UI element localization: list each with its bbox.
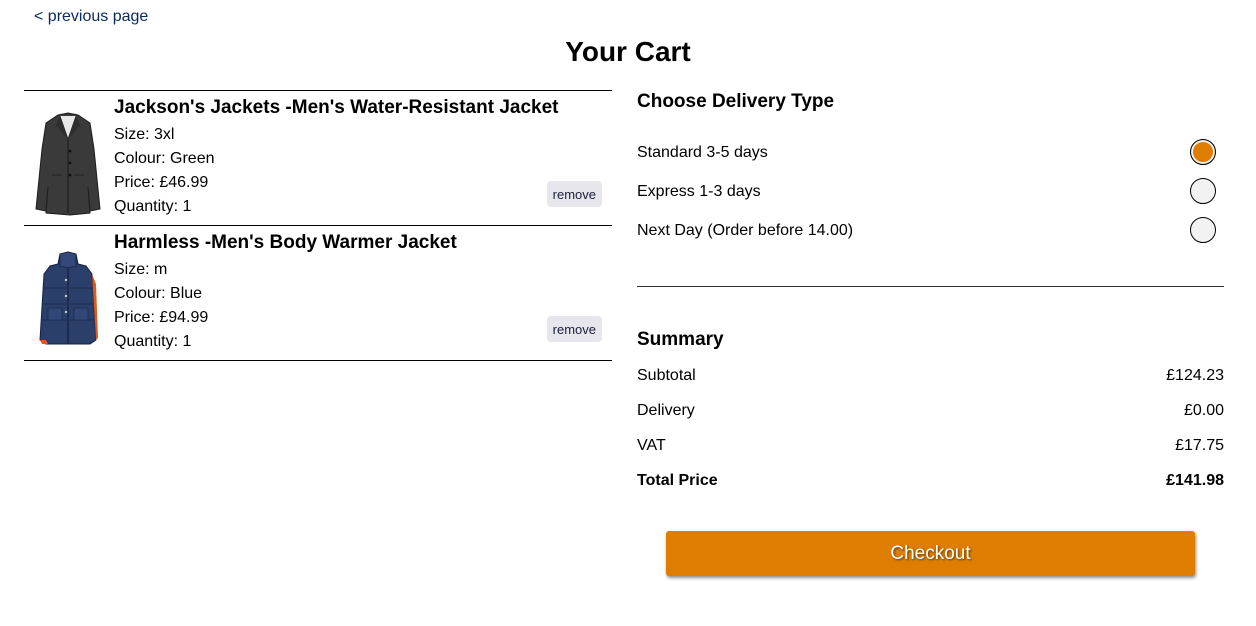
summary-section: Summary Subtotal £124.23 Delivery £0.00 … — [637, 328, 1224, 498]
cart-item: Jackson's Jackets -Men's Water-Resistant… — [24, 91, 612, 226]
item-details: Jackson's Jackets -Men's Water-Resistant… — [114, 97, 559, 219]
subtotal-value: £124.23 — [1166, 366, 1224, 384]
summary-row-delivery: Delivery £0.00 — [637, 393, 1224, 428]
item-size: Size: 3xl — [114, 126, 175, 143]
summary-rows: Subtotal £124.23 Delivery £0.00 VAT £17.… — [637, 358, 1224, 498]
vat-value: £17.75 — [1175, 436, 1224, 454]
item-name: Harmless -Men's Body Warmer Jacket — [114, 232, 457, 253]
item-colour: Colour: Green — [114, 150, 215, 167]
total-value: £141.98 — [1166, 471, 1224, 489]
delivery-option-express[interactable]: Express 1-3 days — [637, 172, 1224, 211]
item-details: Harmless -Men's Body Warmer Jacket Size:… — [114, 232, 457, 354]
summary-heading: Summary — [637, 329, 724, 350]
item-price: Price: £46.99 — [114, 174, 209, 191]
page-title: Your Cart — [565, 36, 691, 67]
remove-button[interactable]: remove — [546, 316, 602, 342]
delivery-heading: Choose Delivery Type — [637, 91, 835, 112]
summary-row-vat: VAT £17.75 — [637, 428, 1224, 463]
delivery-options: Standard 3-5 days Express 1-3 days Next … — [637, 133, 1224, 250]
section-divider — [637, 286, 1224, 287]
summary-row-total: Total Price £141.98 — [637, 463, 1224, 498]
delivery-cost-label: Delivery — [637, 401, 695, 419]
vat-label: VAT — [637, 436, 666, 454]
subtotal-label: Subtotal — [637, 366, 696, 384]
delivery-radio-next-day[interactable] — [1190, 216, 1216, 243]
checkout-button[interactable]: Checkout — [666, 531, 1195, 576]
delivery-option-label: Standard 3-5 days — [637, 143, 768, 161]
delivery-option-standard[interactable]: Standard 3-5 days — [637, 133, 1224, 172]
delivery-section: Choose Delivery Type Standard 3-5 days E… — [637, 90, 1224, 250]
item-colour: Colour: Blue — [114, 285, 203, 302]
cart-item: Harmless -Men's Body Warmer Jacket Size:… — [24, 226, 612, 361]
previous-page-link[interactable]: < previous page — [34, 8, 148, 26]
item-quantity: Quantity: 1 — [114, 198, 192, 215]
remove-button[interactable]: remove — [546, 181, 602, 207]
coat-image — [35, 112, 101, 216]
item-price: Price: £94.99 — [114, 309, 209, 326]
cart-list: Jackson's Jackets -Men's Water-Resistant… — [24, 90, 612, 361]
total-label: Total Price — [637, 471, 718, 489]
delivery-radio-standard[interactable] — [1190, 138, 1216, 165]
item-quantity: Quantity: 1 — [114, 333, 192, 350]
vest-image — [39, 251, 98, 345]
delivery-cost-value: £0.00 — [1183, 401, 1224, 419]
delivery-option-label: Express 1-3 days — [637, 182, 761, 200]
delivery-option-label: Next Day (Order before 14.00) — [637, 221, 854, 239]
delivery-radio-express[interactable] — [1190, 177, 1216, 204]
delivery-option-next-day[interactable]: Next Day (Order before 14.00) — [637, 211, 1224, 250]
item-name: Jackson's Jackets -Men's Water-Resistant… — [114, 97, 559, 118]
summary-row-subtotal: Subtotal £124.23 — [637, 358, 1224, 393]
item-size: Size: m — [114, 261, 168, 278]
